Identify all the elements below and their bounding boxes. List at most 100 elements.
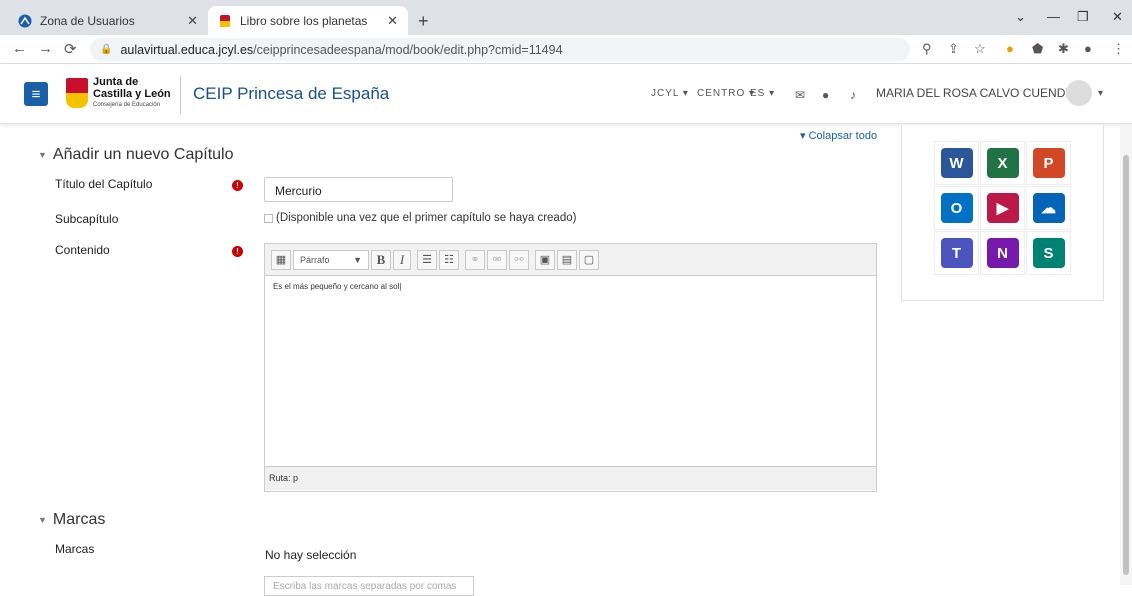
hamburger-icon: ≡ <box>31 85 41 103</box>
bullet-list-icon[interactable]: ☰ <box>417 249 437 270</box>
minimize-icon[interactable]: — <box>1047 9 1060 24</box>
section-header-new-chapter[interactable]: ▼ Añadir un nuevo Capítulo <box>38 146 234 164</box>
restore-icon[interactable]: ❐ <box>1077 9 1089 25</box>
link-icon[interactable]: ⚭ <box>465 249 485 270</box>
onenote-icon: N <box>986 238 1019 268</box>
bold-icon[interactable]: B <box>371 249 391 270</box>
logo-line2: Castilla y León <box>93 88 171 100</box>
forward-icon[interactable]: → <box>38 40 53 57</box>
moodle-icon <box>18 14 32 28</box>
paragraph-select[interactable]: Párrafo ▼ <box>293 249 369 270</box>
url-field[interactable]: 🔒 aulavirtual.educa.jcyl.es/ceipprincesa… <box>90 38 910 61</box>
extension-shield-icon[interactable]: ⬟ <box>1032 41 1043 57</box>
numbered-list-icon[interactable]: ☷ <box>439 249 459 270</box>
anchor-icon[interactable]: ⚯ <box>509 249 529 270</box>
chat-icon[interactable]: ● <box>822 88 830 102</box>
subchapter-label: Subcapítulo <box>55 212 119 226</box>
editor-toolbar: ▦ Párrafo ▼ B I ☰ ☷ ⚭ ⚮ ⚯ ▣ ▤ ▢ <box>265 244 876 276</box>
user-name[interactable]: MARIA DEL ROSA CALVO CUENDE <box>876 86 1073 100</box>
app-tile[interactable]: X <box>980 141 1025 185</box>
back-icon[interactable]: ← <box>12 40 27 57</box>
chapter-title-label: Título del Capítulo <box>55 177 153 191</box>
toolbar-toggle-icon[interactable]: ▦ <box>271 249 291 270</box>
close-icon[interactable]: ✕ <box>387 13 398 29</box>
onedrive-icon: ☁ <box>1032 193 1065 223</box>
nav-language[interactable]: ES ▾ <box>750 88 775 99</box>
lock-icon: 🔒 <box>100 44 113 55</box>
chevron-down-icon: ▼ <box>353 254 362 265</box>
new-tab-icon[interactable]: + <box>418 11 429 32</box>
stream-icon: ▶ <box>986 193 1019 223</box>
app-tile[interactable]: S <box>1026 231 1071 275</box>
teams-icon: T <box>940 238 973 268</box>
app-tile[interactable]: ▶ <box>980 186 1025 230</box>
tab-title: Zona de Usuarios <box>40 13 135 28</box>
file-icon[interactable]: ▢ <box>579 249 599 270</box>
scrollbar-thumb[interactable] <box>1123 155 1129 575</box>
media-icon[interactable]: ▤ <box>557 249 577 270</box>
browser-menu-icon[interactable]: ⋮ <box>1112 41 1125 57</box>
tab-search-icon[interactable]: ⌄ <box>1015 9 1026 25</box>
no-selection-text: No hay selección <box>265 548 357 562</box>
sway-icon: S <box>1032 238 1065 268</box>
caret-down-icon: ▼ <box>38 149 47 160</box>
coat-of-arms-icon <box>66 78 88 108</box>
tags-label: Marcas <box>55 542 95 556</box>
url-host: aulavirtual.educa.jcyl.es <box>120 42 254 57</box>
menu-toggle-button[interactable]: ≡ <box>24 82 48 106</box>
editor-path: Ruta: p <box>265 466 876 490</box>
bookmark-star-icon[interactable]: ☆ <box>974 41 986 57</box>
unlink-icon[interactable]: ⚮ <box>487 249 507 270</box>
tab-zona-usuarios[interactable]: Zona de Usuarios ✕ <box>8 6 208 35</box>
bell-icon[interactable]: ♪ <box>850 88 857 102</box>
outlook-icon: O <box>940 193 973 223</box>
mail-icon[interactable]: ✉ <box>795 88 806 102</box>
apps-grid: W X P O ▶ ☁ T N S <box>934 141 1071 275</box>
site-header: ≡ Junta de Castilla y León Consejería de… <box>0 64 1132 124</box>
page-scrollbar[interactable] <box>1120 125 1132 585</box>
app-tile[interactable]: O <box>934 186 979 230</box>
subchapter-checkbox[interactable]: (Disponible una vez que el primer capítu… <box>264 212 576 224</box>
logo-line1: Junta de <box>93 76 139 88</box>
app-tile[interactable]: ☁ <box>1026 186 1071 230</box>
share-icon[interactable]: ⇪ <box>948 41 959 57</box>
extension-chrome-icon[interactable]: ● <box>1006 41 1014 56</box>
tab-libro-planetas[interactable]: Libro sobre los planetas ✕ <box>208 6 408 35</box>
app-tile[interactable]: T <box>934 231 979 275</box>
logo-sub: Consejería de Educación <box>93 102 161 108</box>
editor-content[interactable]: Es el más pequeño y cercano al sol| <box>265 276 876 466</box>
junta-logo[interactable]: Junta de Castilla y León Consejería de E… <box>66 76 176 114</box>
app-tile[interactable]: W <box>934 141 979 185</box>
collapse-all-link[interactable]: ▾ Colapsar todo <box>800 129 877 142</box>
reload-icon[interactable]: ⟳ <box>64 40 77 58</box>
chevron-down-icon[interactable]: ▾ <box>1098 88 1104 99</box>
app-tile[interactable]: P <box>1026 141 1071 185</box>
profile-icon[interactable]: ● <box>1084 41 1092 56</box>
close-icon[interactable]: ✕ <box>187 13 198 29</box>
shield-icon <box>218 14 232 28</box>
content-label: Contenido <box>55 243 110 257</box>
zoom-icon[interactable]: ⚲ <box>922 41 932 57</box>
nav-jcyl[interactable]: JCYL ▾ <box>651 88 689 99</box>
address-bar: ← → ⟳ 🔒 aulavirtual.educa.jcyl.es/ceippr… <box>0 35 1132 64</box>
window-close-icon[interactable]: ✕ <box>1112 9 1123 25</box>
extensions-puzzle-icon[interactable]: ✱ <box>1058 41 1069 57</box>
powerpoint-icon: P <box>1032 148 1065 178</box>
section-header-tags[interactable]: ▼ Marcas <box>38 511 105 529</box>
url-path: /ceipprincesadeespana/mod/book/edit.php?… <box>253 42 563 57</box>
tags-input[interactable]: Escriba las marcas separadas por comas <box>264 576 474 596</box>
word-icon: W <box>940 148 973 178</box>
site-name[interactable]: CEIP Princesa de España <box>193 84 389 104</box>
image-icon[interactable]: ▣ <box>535 249 555 270</box>
nav-centro[interactable]: CENTRO ▾ <box>697 88 755 99</box>
italic-icon[interactable]: I <box>393 249 411 270</box>
avatar[interactable] <box>1066 80 1092 106</box>
content-editor: ▦ Párrafo ▼ B I ☰ ☷ ⚭ ⚮ ⚯ ▣ ▤ ▢ Es el más… <box>264 243 877 492</box>
required-icon: ! <box>232 180 243 191</box>
required-icon: ! <box>232 246 243 257</box>
checkbox-icon[interactable] <box>264 213 273 223</box>
app-tile[interactable]: N <box>980 231 1025 275</box>
main-content: ▾ Colapsar todo ▼ Añadir un nuevo Capítul… <box>0 125 1132 596</box>
browser-tab-bar: Zona de Usuarios ✕ Libro sobre los plane… <box>0 0 1132 35</box>
chapter-title-input[interactable]: Mercurio <box>264 177 453 202</box>
